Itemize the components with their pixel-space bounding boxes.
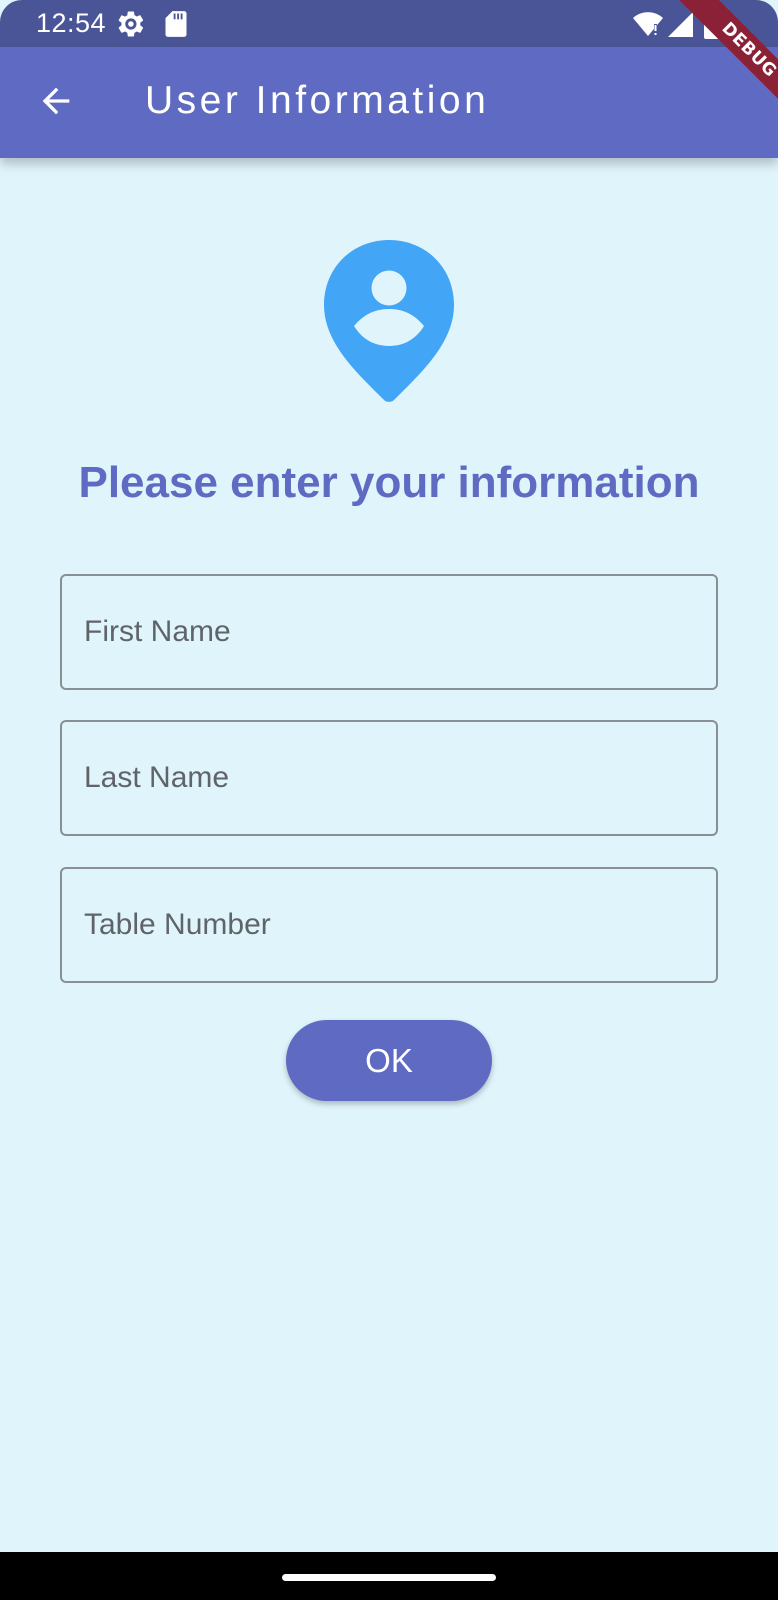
app-bar: User Information xyxy=(0,47,778,158)
home-indicator[interactable] xyxy=(282,1574,496,1581)
wifi-icon xyxy=(633,12,663,37)
settings-gear-icon xyxy=(118,11,144,37)
last-name-field xyxy=(60,720,718,836)
arrow-back-icon[interactable] xyxy=(36,81,76,121)
form-heading: Please enter your information xyxy=(78,458,700,507)
last-name-input[interactable] xyxy=(62,722,716,834)
cell-signal-icon xyxy=(668,12,693,37)
person-pin-icon xyxy=(324,240,454,402)
ok-button[interactable]: OK xyxy=(286,1020,492,1101)
system-nav-bar xyxy=(0,1552,778,1600)
battery-icon xyxy=(704,9,720,39)
table-number-field xyxy=(60,867,718,983)
page-title: User Information xyxy=(145,79,490,122)
table-number-input[interactable] xyxy=(62,869,716,981)
sd-card-icon xyxy=(165,11,187,37)
status-time: 12:54 xyxy=(36,8,107,38)
status-bar: 12:54 xyxy=(0,0,778,47)
first-name-input[interactable] xyxy=(62,576,716,688)
first-name-field xyxy=(60,574,718,690)
